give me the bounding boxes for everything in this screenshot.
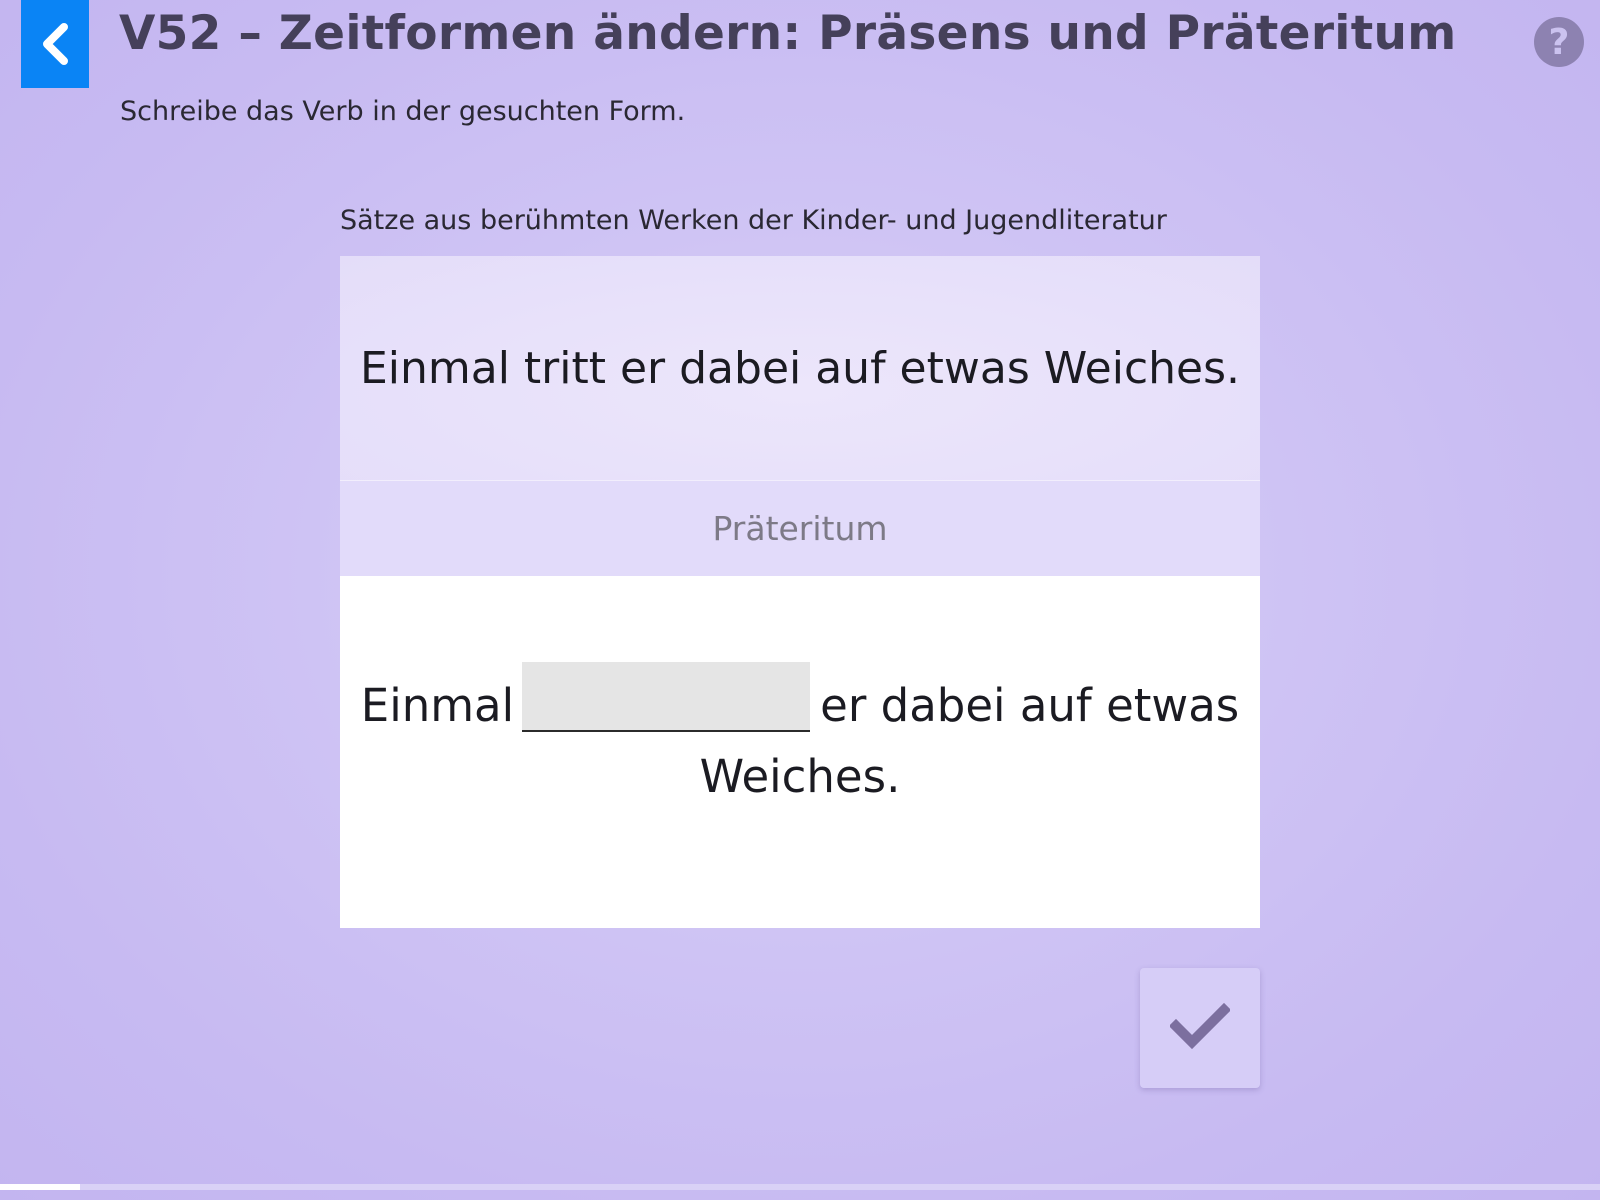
- check-button[interactable]: [1140, 968, 1260, 1088]
- instruction-text: Schreibe das Verb in der gesuchten Form.: [120, 96, 686, 127]
- source-label: Sätze aus berühmten Werken der Kinder- u…: [340, 205, 1167, 236]
- answer-area: Einmal er dabei auf etwas Weiches.: [340, 576, 1260, 928]
- answer-text-before: Einmal: [360, 679, 515, 732]
- prompt-area: Einmal tritt er dabei auf etwas Weiches.: [340, 256, 1260, 481]
- help-button[interactable]: ?: [1534, 17, 1584, 67]
- progress-fill: [0, 1184, 80, 1190]
- target-tense-label: Präteritum: [712, 509, 888, 548]
- back-button[interactable]: [21, 0, 89, 88]
- exercise-card: Einmal tritt er dabei auf etwas Weiches.…: [340, 256, 1260, 928]
- checkmark-icon: [1168, 1002, 1232, 1054]
- prompt-sentence: Einmal tritt er dabei auf etwas Weiches.: [359, 342, 1241, 394]
- chevron-left-icon: [38, 21, 72, 67]
- tense-bar: Präteritum: [340, 481, 1260, 576]
- progress-bar: [0, 1184, 1600, 1190]
- answer-sentence-line-1: Einmal er dabei auf etwas: [361, 662, 1239, 732]
- answer-sentence-line-2: Weiches.: [699, 750, 901, 803]
- page-title: V52 – Zeitformen ändern: Präsens und Prä…: [119, 6, 1457, 61]
- answer-text-after: er dabei auf etwas: [820, 679, 1240, 732]
- question-mark-icon: ?: [1548, 21, 1570, 63]
- verb-answer-input[interactable]: [522, 662, 811, 732]
